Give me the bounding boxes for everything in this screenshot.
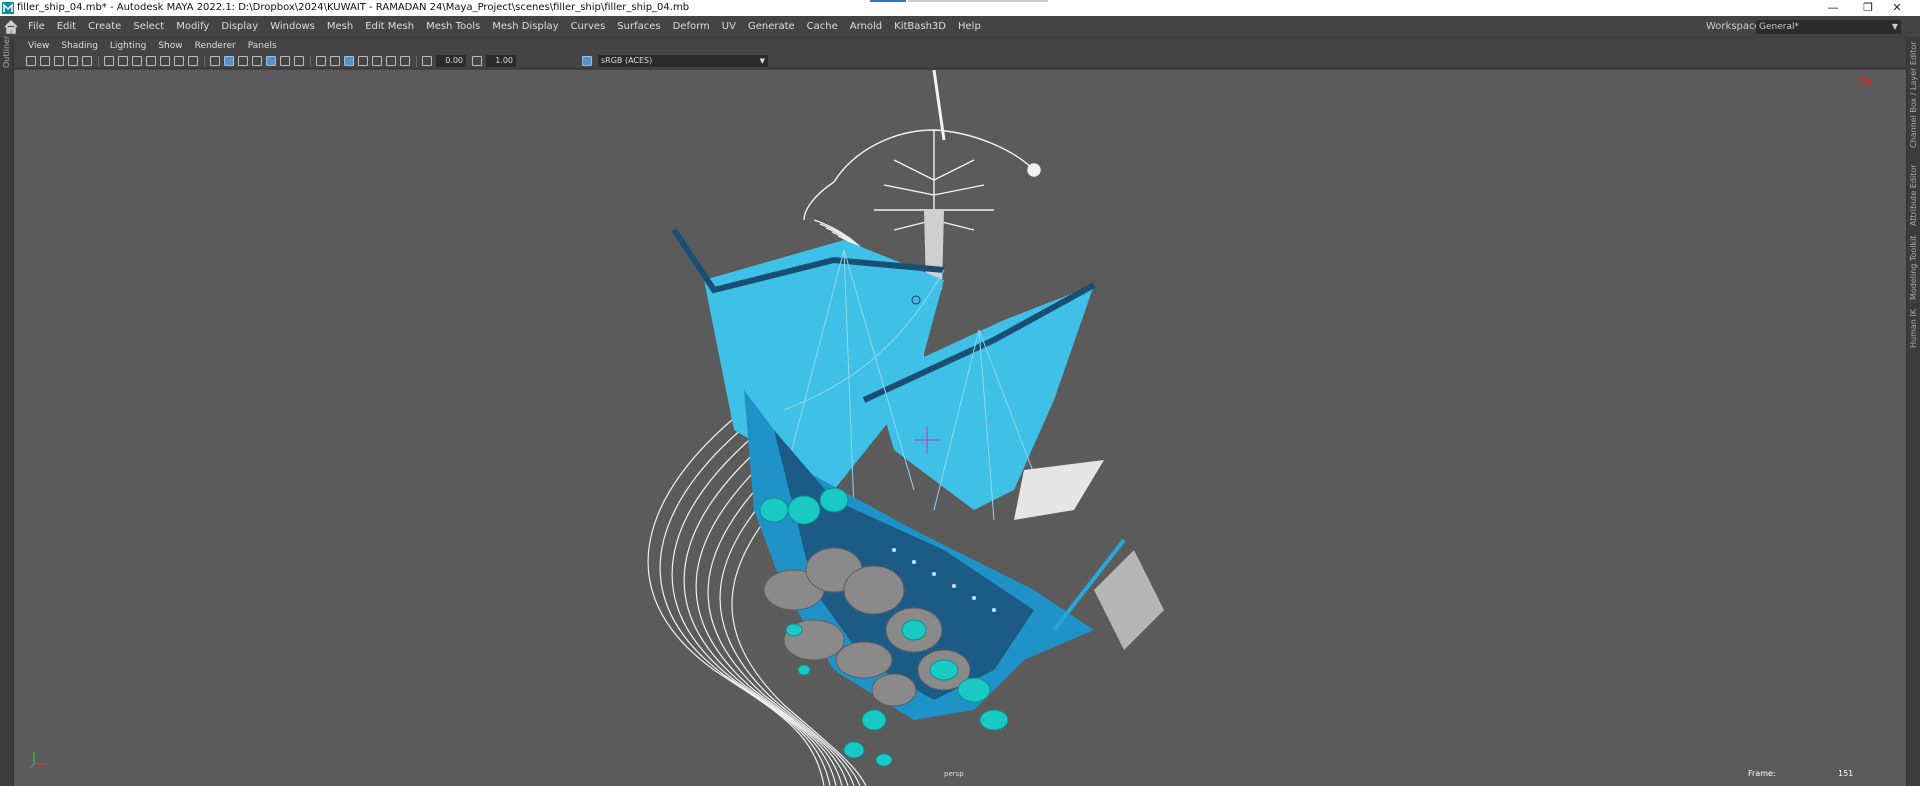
toolbar-separator: [416, 56, 417, 67]
menu-surfaces[interactable]: Surfaces: [611, 16, 666, 38]
menu-cache[interactable]: Cache: [801, 16, 844, 38]
textured-icon[interactable]: [252, 56, 262, 66]
gamma-icon: [472, 56, 482, 66]
main-menu-bar: File Edit Create Select Modify Display Windows…: [0, 16, 1920, 38]
menu-generate[interactable]: Generate: [742, 16, 801, 38]
menu-display[interactable]: Display: [215, 16, 264, 38]
gate-mask-icon[interactable]: [146, 56, 156, 66]
panel-menu-show[interactable]: Show: [152, 38, 188, 54]
menu-curves[interactable]: Curves: [565, 16, 612, 38]
menu-windows[interactable]: Windows: [264, 16, 321, 38]
white-flag: [1014, 460, 1104, 520]
toolbar-separator: [98, 56, 99, 67]
toolbar-separator: [204, 56, 205, 67]
gamma-field[interactable]: 1.00: [486, 55, 516, 67]
panel-menu-renderer[interactable]: Renderer: [189, 38, 242, 54]
title-tab-indicator-2: [908, 0, 1048, 2]
safe-action-icon[interactable]: [174, 56, 184, 66]
menu-uv[interactable]: UV: [716, 16, 742, 38]
exposure-icon: [422, 56, 432, 66]
panel-menu-lighting[interactable]: Lighting: [104, 38, 152, 54]
menu-kitbash3d[interactable]: KitBash3D: [888, 16, 952, 38]
wireframe-icon[interactable]: [210, 56, 220, 66]
view-transform-dropdown[interactable]: sRGB (ACES) ▼: [598, 55, 768, 67]
depth-of-field-icon[interactable]: [344, 56, 354, 66]
chevron-down-icon: ▼: [1891, 22, 1898, 31]
panel-menu-bar: View Shading Lighting Show Renderer Pane…: [14, 38, 1906, 54]
wireframe-on-shaded-icon[interactable]: [238, 56, 248, 66]
menu-select[interactable]: Select: [127, 16, 170, 38]
chevron-down-icon: ▼: [759, 57, 765, 65]
xray-active-icon[interactable]: [400, 56, 410, 66]
film-gate-icon[interactable]: [118, 56, 128, 66]
field-chart-icon[interactable]: [160, 56, 170, 66]
grid-icon[interactable]: [104, 56, 114, 66]
menu-items: File Edit Create Select Modify Display Windows…: [22, 16, 987, 38]
outliner-strip[interactable]: Outliner: [0, 36, 14, 786]
human-ik-tab[interactable]: Human IK: [1909, 309, 1918, 348]
frame-label: Frame:: [1748, 769, 1776, 778]
menu-mesh-tools[interactable]: Mesh Tools: [420, 16, 486, 38]
isolate-select-icon[interactable]: [358, 56, 368, 66]
menu-arnold[interactable]: Arnold: [844, 16, 888, 38]
menu-create[interactable]: Create: [82, 16, 127, 38]
menu-modify[interactable]: Modify: [170, 16, 215, 38]
menu-mesh[interactable]: Mesh: [321, 16, 359, 38]
toolbar-separator: [310, 56, 311, 67]
view-transform-value: sRGB (ACES): [601, 56, 653, 65]
color-management-icon[interactable]: [582, 56, 592, 66]
scene-render: [647, 70, 1164, 786]
menu-edit[interactable]: Edit: [51, 16, 82, 38]
xray-joints-icon[interactable]: [386, 56, 396, 66]
screen-space-ao-icon[interactable]: [294, 56, 304, 66]
right-tool-strip: Channel Box / Layer Editor Attribute Edi…: [1906, 38, 1920, 786]
image-plane-icon[interactable]: [68, 56, 78, 66]
shadows-icon[interactable]: [280, 56, 290, 66]
resolution-gate-icon[interactable]: [132, 56, 142, 66]
anti-aliasing-icon[interactable]: [330, 56, 340, 66]
window-title: filler_ship_04.mb* - Autodesk MAYA 2022.…: [17, 2, 690, 13]
home-icon[interactable]: [4, 20, 18, 34]
outliner-tab[interactable]: Outliner: [2, 36, 11, 68]
modeling-toolkit-tab[interactable]: Modeling Toolkit: [1909, 236, 1918, 300]
motion-blur-icon[interactable]: [316, 56, 326, 66]
frame-value: 151: [1838, 769, 1854, 778]
xray-icon[interactable]: [372, 56, 382, 66]
close-button[interactable]: ✕: [1874, 0, 1920, 16]
panel-menu-shading[interactable]: Shading: [55, 38, 104, 54]
channel-box-tab[interactable]: Channel Box / Layer Editor: [1909, 41, 1918, 148]
grease-pencil-icon[interactable]: [82, 56, 92, 66]
panel-menu-view[interactable]: View: [22, 38, 55, 54]
palm-tree-emblem: [803, 70, 1041, 231]
bookmark-icon[interactable]: [54, 56, 64, 66]
menu-deform[interactable]: Deform: [667, 16, 716, 38]
menu-edit-mesh[interactable]: Edit Mesh: [359, 16, 420, 38]
use-all-lights-icon[interactable]: [266, 56, 276, 66]
workspace-dropdown[interactable]: General* ▼: [1756, 20, 1901, 34]
smooth-shade-icon[interactable]: [224, 56, 234, 66]
panel-menu-panels[interactable]: Panels: [242, 38, 283, 54]
menu-help[interactable]: Help: [952, 16, 987, 38]
select-camera-icon[interactable]: [26, 56, 36, 66]
panel-toolbar: 0.00 1.00 sRGB (ACES) ▼: [14, 54, 1906, 69]
camera-attributes-icon[interactable]: [40, 56, 50, 66]
exposure-field[interactable]: 0.00: [436, 55, 466, 67]
attribute-editor-tab[interactable]: Attribute Editor: [1909, 164, 1918, 226]
axis-gizmo-icon: [29, 752, 46, 769]
title-tab-indicator: [870, 0, 906, 2]
menu-mesh-display[interactable]: Mesh Display: [486, 16, 564, 38]
3d-viewport[interactable]: persp Frame: 151: [14, 70, 1906, 786]
title-bar: filler_ship_04.mb* - Autodesk MAYA 2022.…: [0, 0, 1920, 16]
safe-title-icon[interactable]: [188, 56, 198, 66]
camera-name-label: persp: [944, 770, 964, 778]
workspace-value: General*: [1759, 22, 1799, 32]
menu-file[interactable]: File: [22, 16, 51, 38]
maya-icon: [2, 2, 14, 14]
camera-lock-icon[interactable]: [1860, 78, 1872, 86]
